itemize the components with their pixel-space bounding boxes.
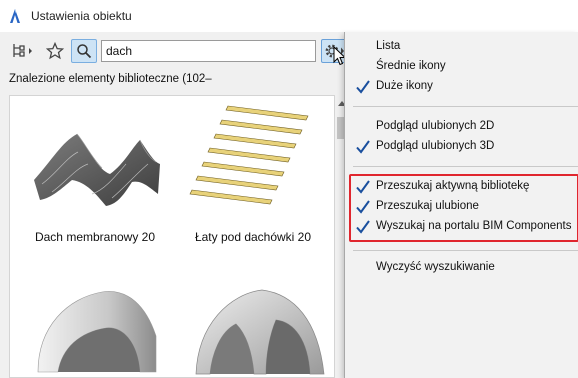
menu-item-search-bim-components[interactable]: Wyszukaj na portalu BIM Components: [345, 217, 578, 237]
navigator-button[interactable]: [10, 39, 38, 63]
membrane-roof-thumbnail: [34, 133, 160, 206]
cross-vault-thumbnail: [195, 289, 325, 375]
toolbar: [0, 32, 350, 70]
favorites-button[interactable]: [44, 39, 66, 63]
menu-separator: [353, 106, 578, 107]
list-item[interactable]: Dach membranowy 20: [20, 102, 170, 252]
menu-item-medium-icons[interactable]: Średnie ikony: [345, 57, 578, 77]
checkmark-icon: [356, 180, 370, 194]
star-icon: [46, 42, 64, 60]
menu-item-large-icons[interactable]: Duże ikony: [345, 77, 578, 97]
window-title: Ustawienia obiektu: [31, 9, 132, 23]
results-list[interactable]: Dach membranowy 20 Łaty pod dachówki 20: [9, 95, 335, 378]
menu-item-preview-favorites-2d[interactable]: Podgląd ulubionych 2D: [345, 117, 578, 137]
list-item[interactable]: [178, 274, 328, 377]
list-item[interactable]: [20, 276, 170, 377]
item-label: Łaty pod dachówki 20: [194, 230, 312, 244]
roof-battens-thumbnail: [189, 105, 309, 205]
magnifier-icon: [77, 44, 92, 59]
title-bar: Ustawienia obiektu: [0, 0, 578, 32]
menu-item-preview-favorites-3d[interactable]: Podgląd ulubionych 3D: [345, 137, 578, 157]
results-count-label: Znalezione elementy biblioteczne (102–: [9, 73, 212, 85]
menu-item-list-view[interactable]: Lista: [345, 37, 578, 57]
search-input[interactable]: [101, 40, 316, 62]
menu-item-search-active-library[interactable]: Przeszukaj aktywną bibliotekę: [345, 177, 578, 197]
menu-separator: [353, 166, 578, 167]
list-item[interactable]: Łaty pod dachówki 20: [178, 102, 328, 252]
menu-item-clear-search[interactable]: Wyczyść wyszukiwanie: [345, 258, 578, 278]
checkmark-icon: [356, 220, 370, 234]
checkmark-icon: [356, 200, 370, 214]
search-toggle-button[interactable]: [71, 39, 97, 63]
checkmark-icon: [356, 140, 370, 154]
settings-dropdown-menu: Lista Średnie ikony Duże ikony Podgląd u…: [344, 32, 578, 378]
item-label: Dach membranowy 20: [34, 230, 156, 244]
checkmark-icon: [356, 80, 370, 94]
menu-separator: [353, 250, 578, 251]
navigator-tree-icon: [13, 44, 32, 57]
menu-item-search-favorites[interactable]: Przeszukaj ulubione: [345, 197, 578, 217]
archicad-logo-icon: [10, 9, 20, 23]
library-panel: Znalezione elementy biblioteczne (102– D…: [0, 32, 350, 378]
barrel-vault-thumbnail: [37, 291, 157, 373]
